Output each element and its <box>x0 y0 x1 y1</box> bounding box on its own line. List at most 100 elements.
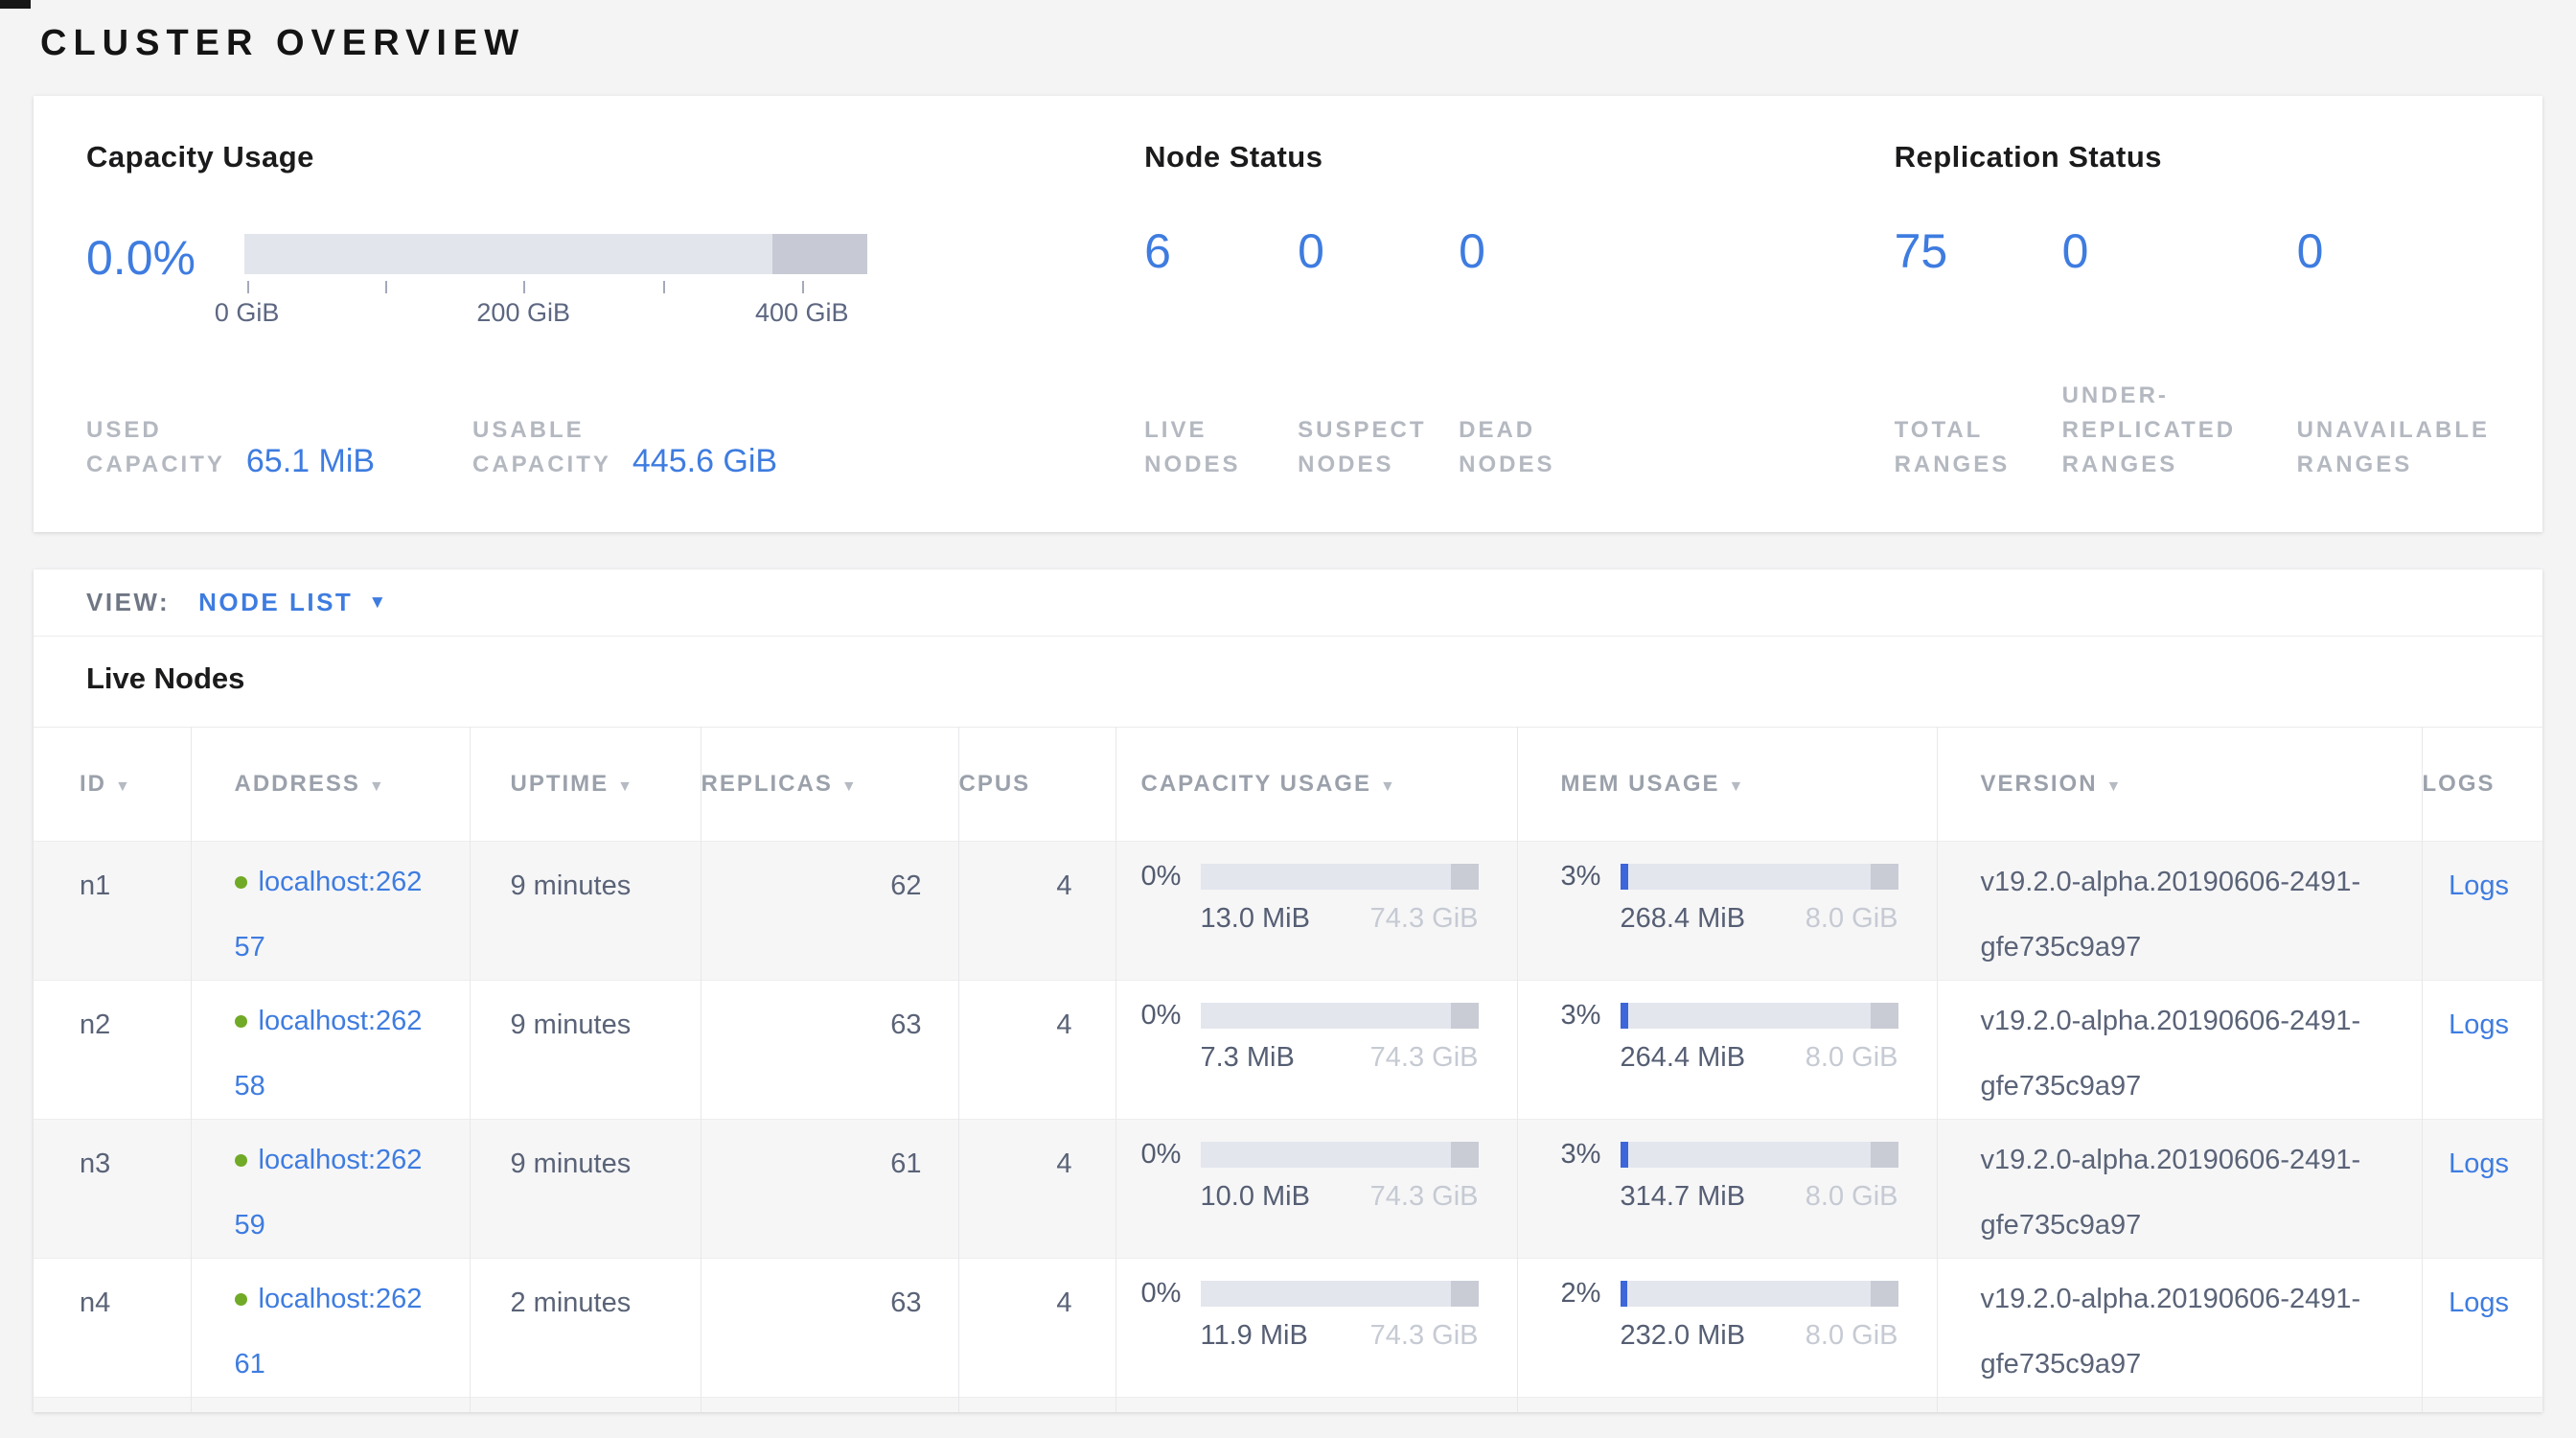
node-capacity-usage-cell: 0%10.0 MiB74.3 GiB <box>1116 1120 1517 1259</box>
column-header-label: LOGS <box>2423 771 2496 797</box>
usage-used-value: 10.0 MiB <box>1201 1177 1310 1216</box>
node-version-cell: v19.2.0-alpha.20190606-2491-gfe735c9a97 <box>1937 1398 2422 1413</box>
live-nodes-stat: 6 LIVE NODES <box>1144 227 1298 482</box>
node-row-n4: n4localhost:262612 minutes6340%11.9 MiB7… <box>34 1259 2542 1398</box>
column-header-capacity[interactable]: CAPACITY USAGE▼ <box>1116 728 1517 842</box>
node-version-cell: v19.2.0-alpha.20190606-2491-gfe735c9a97 <box>1937 1259 2422 1398</box>
nodes-table-head-row: ID▼ADDRESS▼UPTIME▼REPLICAS▼CPUSCAPACITY … <box>34 728 2542 842</box>
column-header-replicas[interactable]: REPLICAS▼ <box>701 728 958 842</box>
node-id-cell: n4 <box>34 1259 191 1398</box>
view-selector-dropdown[interactable]: NODE LIST ▼ <box>198 588 388 617</box>
usage-bar <box>1201 1281 1479 1307</box>
window-edge-artifact <box>0 0 31 9</box>
usable-capacity-label: USABLE CAPACITY <box>472 413 611 482</box>
node-uptime-cell: 9 minutes <box>470 1120 701 1259</box>
node-logs-link[interactable]: Logs <box>2449 1148 2509 1179</box>
usage-percent: 2% <box>1561 1276 1621 1310</box>
node-cpus-cell: 4 <box>958 842 1116 981</box>
usage-bar-reserved-segment <box>1451 864 1479 890</box>
used-capacity-value: 65.1 MiB <box>246 443 375 482</box>
cluster-summary-card: Capacity Usage 0.0% <box>34 96 2542 532</box>
node-version-cell: v19.2.0-alpha.20190606-2491-gfe735c9a97 <box>1937 981 2422 1120</box>
used-capacity-stat: USED CAPACITY 65.1 MiB <box>86 413 472 482</box>
node-logs-cell: Logs <box>2422 1259 2542 1398</box>
usage-percent: 0% <box>1141 998 1201 1032</box>
node-replicas-cell: 61 <box>701 1120 958 1259</box>
usage-percent: 3% <box>1561 1137 1621 1171</box>
node-cpus-cell: 4 <box>958 981 1116 1120</box>
under-replicated-ranges-label: UNDER- REPLICATED RANGES <box>2062 379 2297 482</box>
node-address-link[interactable]: localhost:26258 <box>235 1006 470 1119</box>
sort-desc-icon: ▼ <box>2106 778 2124 795</box>
node-id-cell: n2 <box>34 981 191 1120</box>
node-address-cell: localhost:26262 <box>191 1398 470 1413</box>
usage-used-value: 268.4 MiB <box>1621 899 1746 938</box>
unavailable-ranges-value: 0 <box>2297 227 2490 275</box>
node-logs-link[interactable]: Logs <box>2449 870 2509 901</box>
usage-bar <box>1621 1281 1898 1307</box>
sort-desc-icon: ▼ <box>617 778 634 795</box>
usage-percent: 3% <box>1561 998 1621 1032</box>
column-header-version[interactable]: VERSION ▼ <box>1937 728 2422 842</box>
sort-desc-icon: ▼ <box>1380 778 1397 795</box>
live-status-dot-icon <box>235 1154 247 1167</box>
capacity-gauge-bar <box>244 234 867 274</box>
column-header-label: ADDRESS <box>235 771 360 797</box>
suspect-nodes-stat: 0 SUSPECT NODES <box>1298 227 1459 482</box>
live-status-dot-icon <box>235 1015 247 1028</box>
sort-desc-icon: ▼ <box>115 778 132 795</box>
node-list-panel: VIEW: NODE LIST ▼ Live Nodes ID▼ADDRESS▼… <box>34 569 2542 1412</box>
capacity-usage-title: Capacity Usage <box>86 140 1144 174</box>
usage-used-value: 7.3 MiB <box>1201 1038 1295 1077</box>
usage-total-value: 8.0 GiB <box>1806 1316 1898 1355</box>
sort-desc-icon: ▼ <box>1729 778 1746 795</box>
column-header-label: VERSION <box>1981 771 2098 797</box>
column-header-id[interactable]: ID ▼ <box>34 728 191 842</box>
usage-used-value: 314.7 MiB <box>1621 1177 1746 1216</box>
usage-bar <box>1201 1142 1479 1168</box>
node-capacity-usage-cell: 0%11.9 MiB74.3 GiB <box>1116 1259 1517 1398</box>
node-address-link[interactable]: localhost:26259 <box>235 1145 470 1258</box>
column-header-logs: LOGS <box>2422 728 2542 842</box>
node-capacity-usage-cell: 0%7.3 MiB 74.3 GiB <box>1116 981 1517 1120</box>
capacity-gauge-reserved-segment <box>772 234 867 274</box>
usage-total-value: 74.3 GiB <box>1370 899 1479 938</box>
usage-used-value: 13.0 MiB <box>1201 899 1310 938</box>
under-replicated-ranges-value: 0 <box>2062 227 2297 275</box>
node-id-cell: n1 <box>34 842 191 981</box>
column-header-memory[interactable]: MEM USAGE▼ <box>1517 728 1937 842</box>
usage-bar-fill <box>1621 1142 1629 1168</box>
usage-bar-reserved-segment <box>1451 1142 1479 1168</box>
dead-nodes-stat: 0 DEAD NODES <box>1459 227 1554 482</box>
usable-capacity-value: 445.6 GiB <box>632 443 777 482</box>
node-address-link[interactable]: localhost:26261 <box>235 1284 470 1397</box>
node-cpus-cell: 4 <box>958 1120 1116 1259</box>
usage-percent: 0% <box>1141 859 1201 893</box>
live-nodes-title: Live Nodes <box>34 637 2542 727</box>
column-header-label: UPTIME <box>511 771 610 797</box>
usage-bar-fill <box>1621 1003 1629 1029</box>
axis-label-200: 200 GiB <box>476 298 570 328</box>
usage-used-value: 264.4 MiB <box>1621 1038 1746 1077</box>
usage-bar <box>1621 1003 1898 1029</box>
node-address-link[interactable]: localhost:26257 <box>235 867 470 980</box>
live-nodes-value: 6 <box>1144 227 1298 275</box>
usage-total-value: 74.3 GiB <box>1370 1038 1479 1077</box>
node-logs-cell: Logs <box>2422 1120 2542 1259</box>
node-uptime-cell: 2 minutes <box>470 1259 701 1398</box>
node-mem-usage-cell: 3%264.4 MiB8.0 GiB <box>1517 981 1937 1120</box>
capacity-gauge: 0 GiB 200 GiB 400 GiB <box>244 234 867 327</box>
view-bar: VIEW: NODE LIST ▼ <box>34 569 2542 637</box>
column-header-address[interactable]: ADDRESS▼ <box>191 728 470 842</box>
column-header-uptime[interactable]: UPTIME ▼ <box>470 728 701 842</box>
usage-bar <box>1201 1003 1479 1029</box>
column-header-label: ID <box>80 771 106 797</box>
used-capacity-label: USED CAPACITY <box>86 413 225 482</box>
node-id-cell: n5 <box>34 1398 191 1413</box>
page-title: CLUSTER OVERVIEW <box>0 0 2576 96</box>
node-mem-usage-cell: 3%268.4 MiB8.0 GiB <box>1517 842 1937 981</box>
node-logs-link[interactable]: Logs <box>2449 1009 2509 1040</box>
node-replicas-cell: 63 <box>701 1398 958 1413</box>
replication-status-section: Replication Status 75 TOTAL RANGES 0 UND… <box>1895 140 2490 482</box>
node-logs-link[interactable]: Logs <box>2449 1287 2509 1318</box>
